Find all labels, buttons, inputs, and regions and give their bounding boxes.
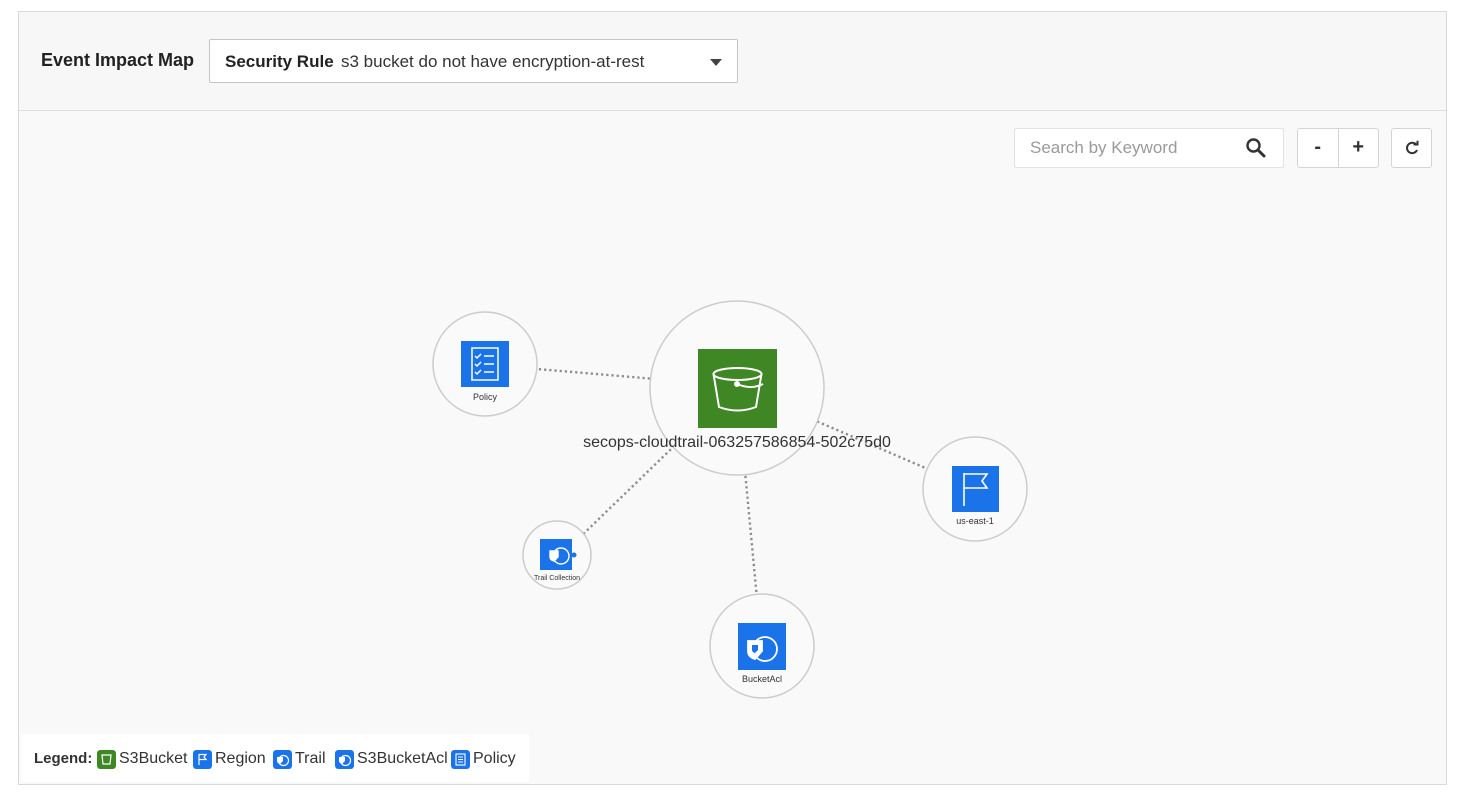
- graph-node-policy[interactable]: Policy: [432, 311, 538, 417]
- trail-node-label: Trail Collection: [534, 575, 580, 582]
- zoom-in-button[interactable]: +: [1338, 129, 1378, 167]
- trail-icon: [273, 749, 292, 769]
- s3-bucket-icon: [698, 349, 777, 428]
- region-flag-icon: [952, 466, 999, 512]
- legend: Legend: S3Bucket Region Trail S3BucketAc…: [21, 734, 529, 782]
- region-flag-icon: [193, 749, 212, 769]
- graph-node-bucketacl[interactable]: BucketAcl: [709, 593, 815, 699]
- zoom-controls: - +: [1297, 128, 1379, 168]
- event-impact-map-panel: Event Impact Map Security Rule s3 bucket…: [18, 11, 1447, 785]
- refresh-icon: [1406, 140, 1419, 155]
- legend-item-label: Trail: [295, 750, 326, 767]
- legend-item-policy: Policy: [451, 748, 516, 770]
- legend-item-s3bucketacl: S3BucketAcl: [335, 748, 448, 770]
- bucketacl-node-label: BucketAcl: [742, 674, 782, 684]
- search-input[interactable]: [1015, 129, 1235, 167]
- legend-item-s3bucket: S3Bucket: [97, 748, 187, 770]
- keyword-search[interactable]: [1014, 128, 1284, 168]
- bucket-acl-icon: [335, 749, 354, 769]
- graph-node-trail-collection[interactable]: Trail Collection: [522, 520, 592, 590]
- policy-icon: [451, 749, 470, 769]
- legend-item-label: S3Bucket: [119, 750, 188, 767]
- legend-item-label: Policy: [473, 750, 516, 767]
- policy-node-label: Policy: [473, 392, 498, 402]
- region-node-label: us-east-1: [956, 516, 994, 526]
- center-node-label: secops-cloudtrail-063257586854-502c75d0: [583, 434, 891, 451]
- legend-item-region: Region: [193, 748, 266, 770]
- zoom-out-button[interactable]: -: [1298, 129, 1338, 167]
- s3-bucket-icon: [97, 749, 116, 769]
- graph-node-region[interactable]: us-east-1: [922, 436, 1028, 542]
- search-icon[interactable]: [1245, 137, 1267, 159]
- reset-view-button[interactable]: [1391, 128, 1432, 168]
- legend-label: Legend:: [34, 750, 93, 767]
- legend-item-label: S3BucketAcl: [357, 750, 448, 767]
- graph-node-s3bucket[interactable]: secops-cloudtrail-063257586854-502c75d0: [583, 300, 891, 476]
- legend-item-trail: Trail: [273, 748, 326, 770]
- legend-item-label: Region: [215, 750, 266, 767]
